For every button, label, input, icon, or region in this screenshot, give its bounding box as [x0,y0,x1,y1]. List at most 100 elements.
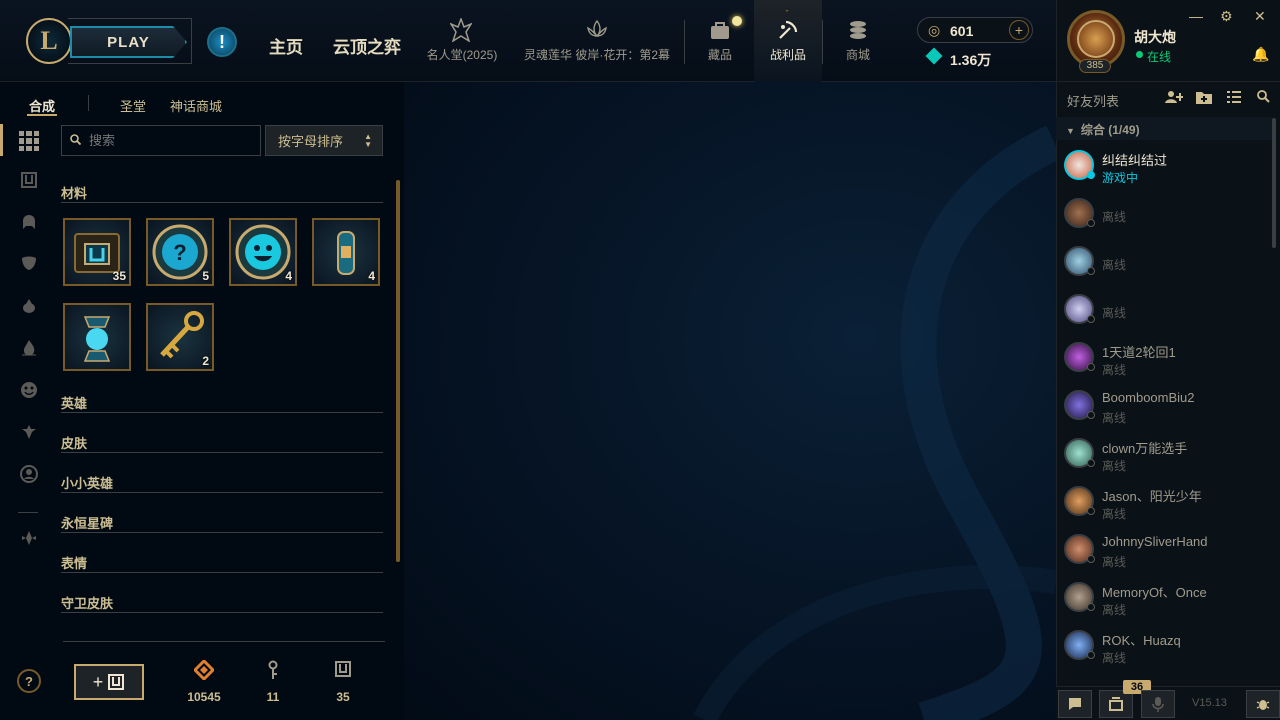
summoner-icon-filter[interactable] [17,465,41,489]
section-divider [61,612,383,613]
friend-name: 纠结纠结过 [1102,153,1168,168]
loot-tile-mystery-emote[interactable]: ? 5 [146,218,214,286]
nav-tft[interactable]: 云顶之弈 [333,33,401,58]
plus-icon: + [92,671,104,692]
friend-item[interactable]: MemoryOf、Once 离线 [1056,574,1272,622]
microphone-icon [1152,697,1164,712]
nav-home[interactable]: 主页 [269,33,303,58]
craft-key-button[interactable]: + [74,664,144,700]
section-materials[interactable]: 材料 [61,183,87,202]
chat-button[interactable] [1058,690,1092,718]
friend-item[interactable]: JohnnySliverHand 离线 [1056,526,1272,574]
loot-tile-capsule[interactable]: 4 [312,218,380,286]
close-icon[interactable]: ✕ [1254,8,1266,25]
minimize-icon[interactable]: — [1189,8,1203,24]
league-logo-icon[interactable]: L [26,18,72,64]
nav-hall-of-fame[interactable]: 名人堂(2025) [424,46,500,63]
friends-scrollbar[interactable] [1272,118,1276,248]
tab-crafting[interactable]: 合成 [29,96,55,115]
tab-sanctum[interactable]: 圣堂 [120,96,146,115]
loot-tile-emote[interactable]: 4 [229,218,297,286]
emote-face-icon[interactable] [17,381,41,405]
friend-status-dot [1087,219,1095,227]
profile-name[interactable]: 胡大炮 [1134,27,1176,47]
active-tab-underline [27,114,57,116]
section-divider [61,202,383,203]
play-button[interactable]: PLAY [70,26,187,58]
nav-store[interactable]: 商城 [838,46,878,63]
ability-icon[interactable] [17,529,41,553]
little-legend-icon[interactable] [17,297,41,321]
friend-item[interactable]: clown万能选手 离线 [1056,430,1272,478]
add-folder-icon[interactable] [1196,90,1212,107]
key-fragment-value: 11 [266,690,280,704]
profile-status[interactable]: 在线 [1147,48,1171,65]
nav-divider [684,20,685,64]
friend-group-label[interactable]: ▼ 综合 (1/49) [1066,121,1140,138]
store-coins-icon [846,18,870,48]
section-emotes[interactable]: 表情 [61,553,87,572]
nav-collection[interactable]: 藏品 [700,46,740,63]
online-status-dot [1136,51,1143,58]
nav-spirit-blossom[interactable]: 灵魂莲华 彼岸·花开：第2幕 [522,46,672,63]
friend-item[interactable]: 离线 [1056,238,1272,286]
friend-status-dot [1087,315,1095,323]
loot-tile-key[interactable]: 2 [146,303,214,371]
friend-status-dot [1087,459,1095,467]
friend-item[interactable]: 纠结纠结过 游戏中 [1056,142,1272,190]
friend-item[interactable]: ROK、Huazq 离线 [1056,622,1272,670]
settings-gear-icon[interactable]: ⚙ [1220,8,1233,25]
section-little-legends[interactable]: 小小英雄 [61,473,113,492]
loot-main-area [404,82,1056,720]
ward-skin-icon[interactable] [17,423,41,447]
skin-mask-icon[interactable] [17,254,41,278]
friend-item[interactable]: 离线 [1056,286,1272,334]
tab-mythic-shop[interactable]: 神话商城 [170,96,222,115]
item-count: 35 [112,269,126,283]
friends-title: 好友列表 [1067,94,1120,109]
friend-search-icon[interactable] [1257,90,1270,106]
missions-button[interactable] [1099,690,1133,718]
bug-report-button[interactable] [1246,690,1280,718]
search-input[interactable] [89,133,239,148]
friend-status: 游戏中 [1102,171,1139,185]
friend-item[interactable]: BoomboomBiu2 离线 [1056,382,1272,430]
add-rp-button[interactable]: + [1009,20,1029,40]
section-skins[interactable]: 皮肤 [61,433,87,452]
loot-pickaxe-icon [776,18,800,48]
scrollbar-thumb[interactable] [396,180,400,562]
chest-filter-icon[interactable] [17,171,41,195]
section-eternals[interactable]: 永恒星碑 [61,513,113,532]
inbox-icon [1109,697,1123,711]
loot-tile-hextech-chest[interactable]: 35 [63,218,131,286]
collapse-triangle-icon: ▼ [1066,126,1075,136]
friend-item[interactable]: 离线 [1056,190,1272,238]
lotus-icon [585,18,609,48]
notification-bell-icon[interactable]: 🔔 [1252,46,1269,63]
section-ward-skins[interactable]: 守卫皮肤 [61,593,113,612]
riot-points-value: 601 [950,23,974,39]
section-champions[interactable]: 英雄 [61,393,87,412]
key-fragment-icon [262,660,284,686]
section-divider [61,452,383,453]
alert-icon[interactable]: ! [207,27,237,57]
help-button[interactable]: ? [17,669,41,693]
friend-status: 离线 [1102,603,1127,617]
champion-helmet-icon[interactable] [17,213,41,237]
search-box[interactable] [61,125,261,156]
list-view-icon[interactable] [1227,90,1241,106]
voice-button[interactable] [1141,690,1175,718]
friend-status-dot [1087,507,1095,515]
friend-item[interactable]: Jason、阳光少年 离线 [1056,478,1272,526]
loot-tile-orb-capsule[interactable] [63,303,131,371]
item-count: 5 [202,269,209,283]
background-swirl [693,125,1056,720]
eternals-flame-icon[interactable] [17,339,41,363]
all-items-grid-icon[interactable] [19,131,39,151]
add-friend-icon[interactable] [1165,90,1183,107]
nav-divider [822,20,823,64]
sort-dropdown[interactable]: 按字母排序 ▲ ▼ [265,125,383,156]
client-version: V15.13 [1192,697,1227,709]
nav-loot[interactable]: 战利品 [764,46,812,63]
friend-item[interactable]: 1天道2轮回1 离线 [1056,334,1272,382]
